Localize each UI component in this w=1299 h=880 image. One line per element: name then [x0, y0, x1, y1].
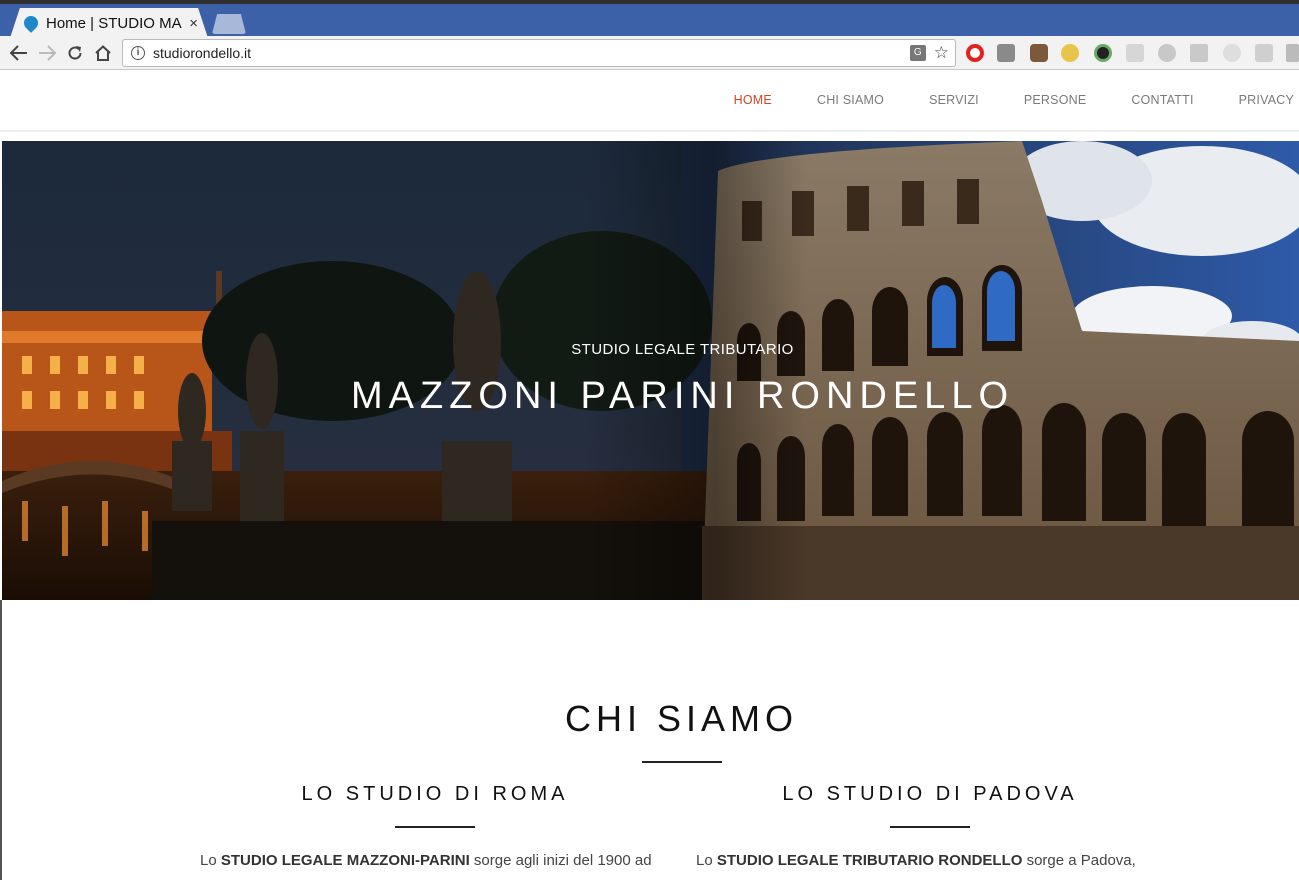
address-bar[interactable]: i studiorondello.it G ☆ [122, 39, 956, 67]
padova-title: LO STUDIO DI PADOVA [782, 783, 1078, 805]
hero-image [2, 141, 1299, 600]
extension-icon[interactable] [1158, 44, 1176, 62]
camera-icon[interactable] [1094, 44, 1112, 62]
padova-paragraph: Lo STUDIO LEGALE TRIBUTARIO RONDELLO sor… [696, 850, 1162, 872]
site-header: HOME CHI SIAMO SERVIZI PERSONE CONTATTI … [0, 70, 1299, 132]
browser-tabstrip: Home | STUDIO MA × [0, 0, 1299, 38]
roma-text-prefix: Lo [200, 852, 221, 869]
browser-tab[interactable]: Home | STUDIO MA × [10, 8, 208, 38]
extension-icon[interactable] [1223, 44, 1241, 62]
roma-title: LO STUDIO DI ROMA [301, 783, 569, 805]
instagram-icon[interactable] [1030, 44, 1048, 62]
roma-text-suffix: sorge agli inizi del 1900 ad [469, 852, 652, 869]
translate-icon[interactable]: G [909, 45, 926, 61]
menu-item-chi-siamo[interactable]: CHI SIAMO [817, 93, 884, 107]
section-title-chi-siamo: CHI SIAMO [564, 698, 798, 739]
back-button[interactable] [6, 40, 32, 66]
rss-icon[interactable] [1255, 44, 1273, 62]
section-divider [642, 761, 722, 763]
padova-text-suffix: sorge a Padova, [1022, 852, 1136, 869]
info-icon[interactable]: i [131, 46, 145, 60]
extension-icon[interactable] [997, 44, 1015, 62]
hero-subtitle: STUDIO LEGALE TRIBUTARIO [571, 341, 794, 358]
roma-paragraph: Lo STUDIO LEGALE MAZZONI-PARINI sorge ag… [200, 850, 666, 872]
home-icon [95, 44, 111, 61]
extension-icon[interactable] [1061, 44, 1079, 62]
padova-text-prefix: Lo [696, 852, 717, 869]
roma-divider [395, 826, 475, 828]
home-button[interactable] [90, 40, 116, 66]
menu-item-persone[interactable]: PERSONE [1024, 93, 1087, 107]
extension-icon[interactable] [1286, 44, 1299, 62]
menu-item-contatti[interactable]: CONTATTI [1131, 93, 1193, 107]
menu-item-servizi[interactable]: SERVIZI [929, 93, 979, 107]
opera-icon[interactable] [966, 44, 984, 62]
tab-title: Home | STUDIO MA [46, 14, 182, 32]
page-edge-divider [0, 600, 2, 880]
hero-banner: STUDIO LEGALE TRIBUTARIO MAZZONI PARINI … [2, 141, 1299, 600]
bookmark-star-icon[interactable]: ☆ [934, 43, 949, 63]
url-text[interactable]: studiorondello.it [153, 45, 910, 61]
forward-button[interactable] [34, 40, 60, 66]
reload-icon [68, 45, 82, 60]
hero-title: MAZZONI PARINI RONDELLO [350, 375, 1015, 417]
roma-text-bold: STUDIO LEGALE MAZZONI-PARINI [220, 852, 470, 869]
padova-text-bold: STUDIO LEGALE TRIBUTARIO RONDELLO [716, 852, 1023, 869]
arrow-left-icon [10, 44, 27, 61]
arrow-right-icon [39, 44, 56, 61]
drupal-favicon-icon [21, 13, 41, 33]
new-tab-button[interactable] [212, 14, 246, 34]
menu-item-privacy[interactable]: PRIVACY [1239, 93, 1294, 107]
menu-item-home[interactable]: HOME [734, 93, 772, 107]
tab-close-icon[interactable]: × [189, 15, 198, 32]
dropbox-icon[interactable] [1126, 44, 1144, 62]
reload-button[interactable] [62, 40, 88, 66]
main-menu: HOME CHI SIAMO SERVIZI PERSONE CONTATTI … [689, 93, 1294, 107]
bookmark-icon[interactable] [1190, 44, 1208, 62]
padova-divider [890, 826, 970, 828]
browser-toolbar: i studiorondello.it G ☆ [0, 36, 1299, 70]
